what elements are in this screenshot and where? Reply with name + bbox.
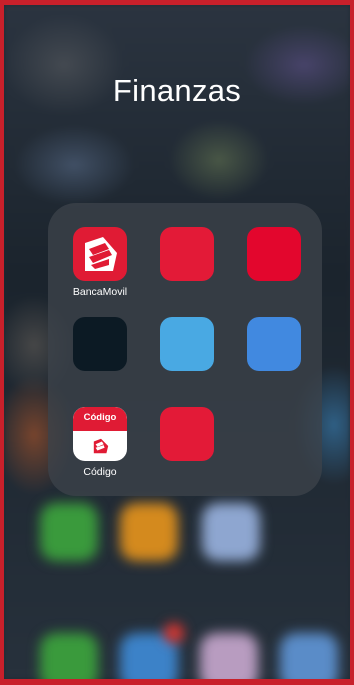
app-label-bancamovil: BancaMovil [72, 286, 128, 298]
folder-title[interactable]: Finanzas [4, 73, 350, 109]
app-dark[interactable] [73, 317, 127, 371]
app-codigo[interactable]: Código [73, 407, 127, 461]
app-red-1[interactable] [160, 227, 214, 281]
blurred-app-shape [280, 633, 338, 679]
blurred-app-shape [40, 633, 98, 679]
bancamovil-logo-icon [85, 237, 117, 271]
codigo-header: Código [73, 407, 127, 431]
folder-panel: BancaMovil Código Código [48, 203, 322, 496]
blurred-app-shape [40, 503, 98, 561]
app-label-codigo: Código [83, 466, 117, 478]
app-red-3[interactable] [160, 407, 214, 461]
codigo-logo-icon [93, 438, 109, 454]
blurred-app-shape [202, 503, 260, 561]
screenshot-frame: Finanzas BancaMovil Código Código [0, 0, 354, 685]
app-bancamovil[interactable] [73, 227, 127, 281]
codigo-badge-text: Código [83, 412, 117, 423]
blurred-badge-shape [164, 623, 184, 643]
blurred-app-shape [200, 633, 258, 679]
app-red-2[interactable] [247, 227, 301, 281]
blurred-app-shape [120, 503, 178, 561]
app-light-blue[interactable] [160, 317, 214, 371]
app-blue[interactable] [247, 317, 301, 371]
